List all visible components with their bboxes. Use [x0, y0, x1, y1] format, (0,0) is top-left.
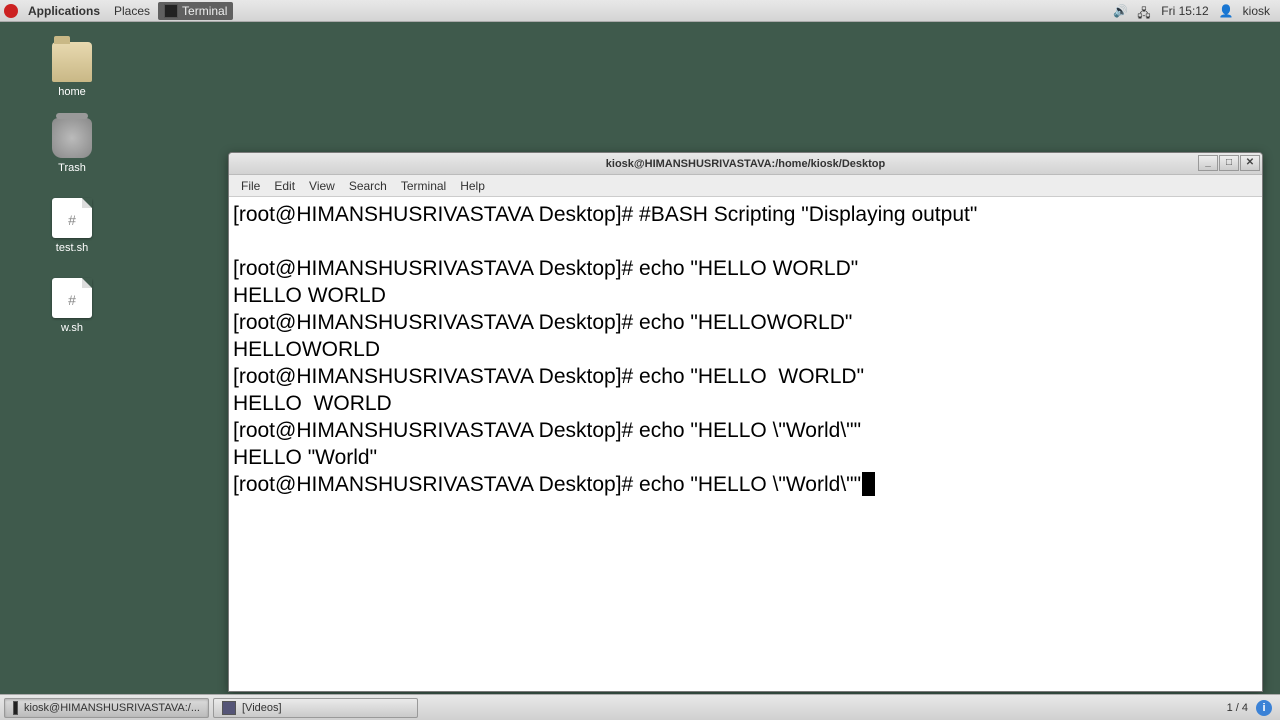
menu-help[interactable]: Help	[454, 177, 491, 195]
desktop-icon-trash[interactable]: Trash	[32, 118, 112, 174]
minimize-button[interactable]: _	[1198, 155, 1218, 171]
menubar: File Edit View Search Terminal Help	[229, 175, 1262, 197]
desktop-icon-wsh[interactable]: w.sh	[32, 278, 112, 334]
terminal-icon	[13, 701, 18, 715]
desktop-icon-testsh[interactable]: test.sh	[32, 198, 112, 254]
taskbar-item-videos[interactable]: [Videos]	[213, 698, 418, 718]
trash-icon	[52, 118, 92, 158]
folder-icon	[222, 701, 236, 715]
terminal-icon	[164, 4, 178, 18]
icon-label: test.sh	[32, 242, 112, 254]
terminal-window: kiosk@HIMANSHUSRIVASTAVA:/home/kiosk/Des…	[228, 152, 1263, 692]
folder-icon	[52, 42, 92, 82]
bottom-taskbar: kiosk@HIMANSHUSRIVASTAVA:/... [Videos] 1…	[0, 694, 1280, 720]
volume-icon[interactable]: 🔊	[1113, 4, 1127, 18]
taskbar-item-terminal[interactable]: kiosk@HIMANSHUSRIVASTAVA:/...	[4, 698, 209, 718]
icon-label: home	[32, 86, 112, 98]
term-line: [root@HIMANSHUSRIVASTAVA Desktop]# echo …	[233, 257, 858, 280]
icon-label: Trash	[32, 162, 112, 174]
menu-terminal[interactable]: Terminal	[395, 177, 452, 195]
top-panel: Applications Places Terminal 🔊 🖧 Fri 15:…	[0, 0, 1280, 22]
term-line: [root@HIMANSHUSRIVASTAVA Desktop]# echo …	[233, 365, 864, 388]
taskbar-label: kiosk@HIMANSHUSRIVASTAVA:/...	[24, 702, 200, 714]
term-line: HELLO WORLD	[233, 392, 392, 415]
distro-icon	[4, 4, 18, 18]
close-button[interactable]: ✕	[1240, 155, 1260, 171]
clock[interactable]: Fri 15:12	[1161, 4, 1208, 18]
term-line: [root@HIMANSHUSRIVASTAVA Desktop]# echo …	[233, 311, 852, 334]
desktop-icon-home[interactable]: home	[32, 42, 112, 98]
menu-view[interactable]: View	[303, 177, 341, 195]
cursor	[862, 472, 875, 496]
term-line: [root@HIMANSHUSRIVASTAVA Desktop]# echo …	[233, 473, 861, 496]
maximize-button[interactable]: □	[1219, 155, 1239, 171]
notification-icon[interactable]: i	[1256, 700, 1272, 716]
term-line: HELLOWORLD	[233, 338, 380, 361]
script-file-icon	[52, 278, 92, 318]
icon-label: w.sh	[32, 322, 112, 334]
menu-file[interactable]: File	[235, 177, 266, 195]
term-line: [root@HIMANSHUSRIVASTAVA Desktop]# echo …	[233, 419, 861, 442]
script-file-icon	[52, 198, 92, 238]
places-menu[interactable]: Places	[108, 2, 156, 20]
term-line: [root@HIMANSHUSRIVASTAVA Desktop]# #BASH…	[233, 203, 977, 226]
window-titlebar[interactable]: kiosk@HIMANSHUSRIVASTAVA:/home/kiosk/Des…	[229, 153, 1262, 175]
active-app-indicator[interactable]: Terminal	[158, 2, 233, 20]
term-line: HELLO "World"	[233, 446, 377, 469]
taskbar-label: [Videos]	[242, 702, 282, 714]
user-menu[interactable]: kiosk	[1243, 4, 1270, 18]
menu-edit[interactable]: Edit	[268, 177, 301, 195]
user-icon: 👤	[1219, 4, 1233, 18]
terminal-body[interactable]: [root@HIMANSHUSRIVASTAVA Desktop]# #BASH…	[229, 197, 1262, 691]
active-app-label: Terminal	[182, 4, 227, 18]
workspace-pager[interactable]: 1 / 4	[1227, 702, 1248, 714]
term-line: HELLO WORLD	[233, 284, 386, 307]
window-title: kiosk@HIMANSHUSRIVASTAVA:/home/kiosk/Des…	[606, 158, 885, 170]
network-icon[interactable]: 🖧	[1137, 4, 1151, 18]
menu-search[interactable]: Search	[343, 177, 393, 195]
applications-menu[interactable]: Applications	[22, 2, 106, 20]
